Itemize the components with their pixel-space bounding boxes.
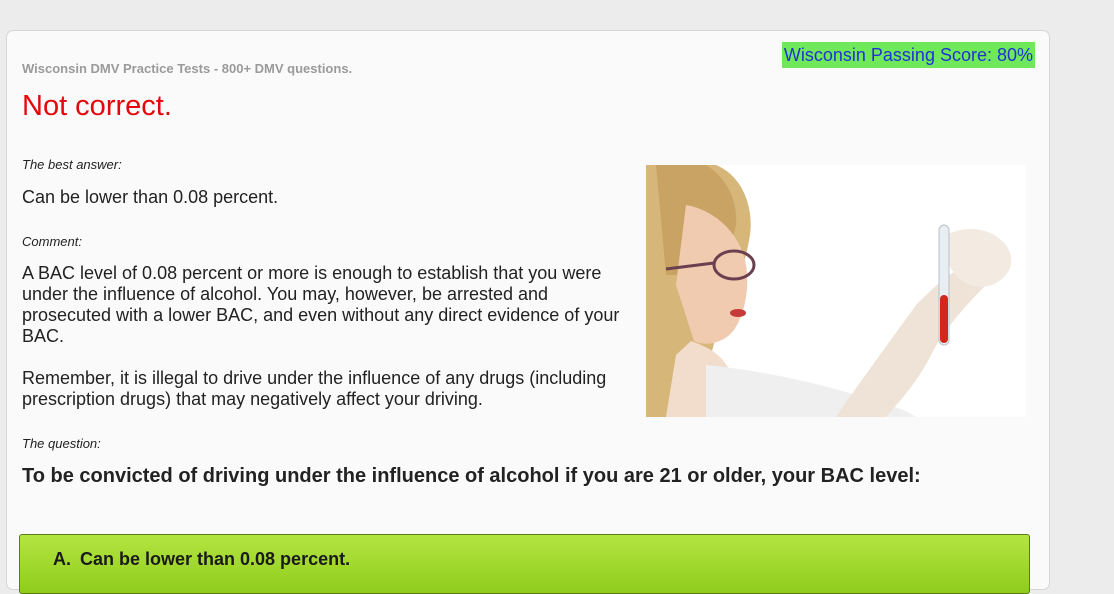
answer-option-a[interactable]: A. Can be lower than 0.08 percent. (19, 534, 1030, 594)
site-title: Wisconsin DMV Practice Tests - 800+ DMV … (22, 61, 353, 76)
comment-paragraph: A BAC level of 0.08 percent or more is e… (22, 263, 620, 346)
result-title: Not correct. (22, 90, 172, 122)
content-card: Wisconsin Passing Score: 80% Wisconsin D… (6, 30, 1050, 594)
best-answer-text: Can be lower than 0.08 percent. (22, 187, 279, 207)
passing-score-badge: Wisconsin Passing Score: 80% (781, 42, 1035, 68)
comment-text: A BAC level of 0.08 percent or more is e… (22, 263, 632, 431)
question-text: To be convicted of driving under the inf… (22, 465, 921, 487)
comment-label: Comment: (22, 234, 82, 249)
lab-technician-photo (646, 165, 1026, 417)
answer-letter: A. (53, 549, 71, 569)
question-label: The question: (22, 436, 101, 451)
answer-text: Can be lower than 0.08 percent. (80, 549, 351, 569)
best-answer-label: The best answer: (22, 157, 122, 172)
comment-paragraph: Remember, it is illegal to drive under t… (22, 368, 607, 409)
